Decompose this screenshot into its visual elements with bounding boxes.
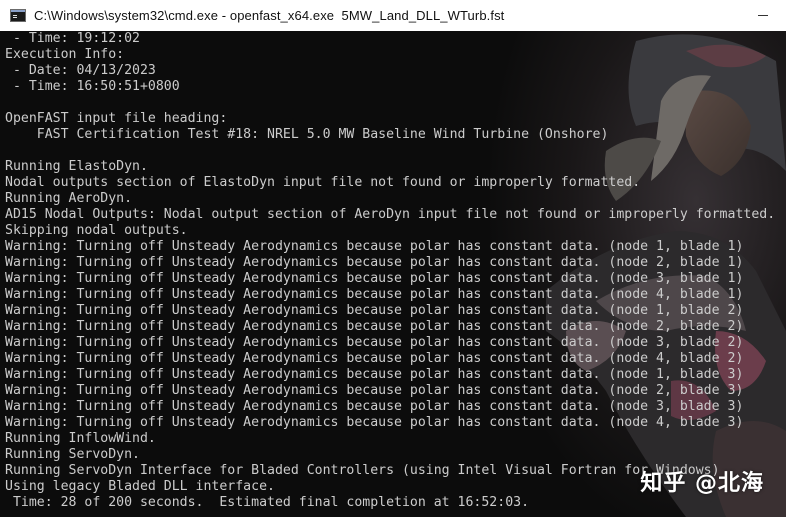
console-line: Running ElastoDyn. bbox=[5, 159, 148, 174]
console-line: Skipping nodal outputs. bbox=[5, 223, 188, 238]
console-line: - Date: 04/13/2023 bbox=[5, 63, 156, 78]
console-line: Warning: Turning off Unsteady Aerodynami… bbox=[5, 399, 744, 414]
console-output: - Time: 19:12:02 Execution Info: - Date: … bbox=[5, 31, 775, 511]
console-line: AD15 Nodal Outputs: Nodal output section… bbox=[5, 207, 776, 222]
console-line: Warning: Turning off Unsteady Aerodynami… bbox=[5, 367, 744, 382]
console-line: Warning: Turning off Unsteady Aerodynami… bbox=[5, 415, 744, 430]
window-title: C:\Windows\system32\cmd.exe - openfast_x… bbox=[34, 8, 505, 23]
console-line: Warning: Turning off Unsteady Aerodynami… bbox=[5, 287, 744, 302]
console-line: Warning: Turning off Unsteady Aerodynami… bbox=[5, 351, 744, 366]
minimize-icon bbox=[758, 15, 768, 16]
console-line: Warning: Turning off Unsteady Aerodynami… bbox=[5, 319, 744, 334]
console-line: Time: 28 of 200 seconds. Estimated final… bbox=[5, 495, 530, 510]
console-line: Execution Info: bbox=[5, 47, 125, 62]
watermark: 知乎 @北海 bbox=[640, 471, 764, 496]
console-line: Running ServoDyn. bbox=[5, 447, 140, 462]
console-line: Warning: Turning off Unsteady Aerodynami… bbox=[5, 303, 744, 318]
title-bar[interactable]: C:\Windows\system32\cmd.exe - openfast_x… bbox=[0, 0, 786, 31]
console-line: Nodal outputs section of ElastoDyn input… bbox=[5, 175, 641, 190]
console-line: Warning: Turning off Unsteady Aerodynami… bbox=[5, 239, 744, 254]
cmd-icon[interactable] bbox=[10, 9, 26, 22]
console-area[interactable]: - Time: 19:12:02 Execution Info: - Date: … bbox=[0, 31, 786, 517]
console-line: Warning: Turning off Unsteady Aerodynami… bbox=[5, 383, 744, 398]
console-line: - Time: 16:50:51+0800 bbox=[5, 79, 180, 94]
console-line: - Time: 19:12:02 bbox=[5, 31, 140, 46]
console-line: Warning: Turning off Unsteady Aerodynami… bbox=[5, 271, 744, 286]
minimize-button[interactable] bbox=[740, 0, 786, 31]
console-line: OpenFAST input file heading: bbox=[5, 111, 228, 126]
console-line: FAST Certification Test #18: NREL 5.0 MW… bbox=[5, 127, 609, 142]
cmd-window: C:\Windows\system32\cmd.exe - openfast_x… bbox=[0, 0, 786, 517]
console-line: Warning: Turning off Unsteady Aerodynami… bbox=[5, 255, 744, 270]
console-line: Running AeroDyn. bbox=[5, 191, 133, 206]
console-line: Warning: Turning off Unsteady Aerodynami… bbox=[5, 335, 744, 350]
console-line: Running InflowWind. bbox=[5, 431, 156, 446]
